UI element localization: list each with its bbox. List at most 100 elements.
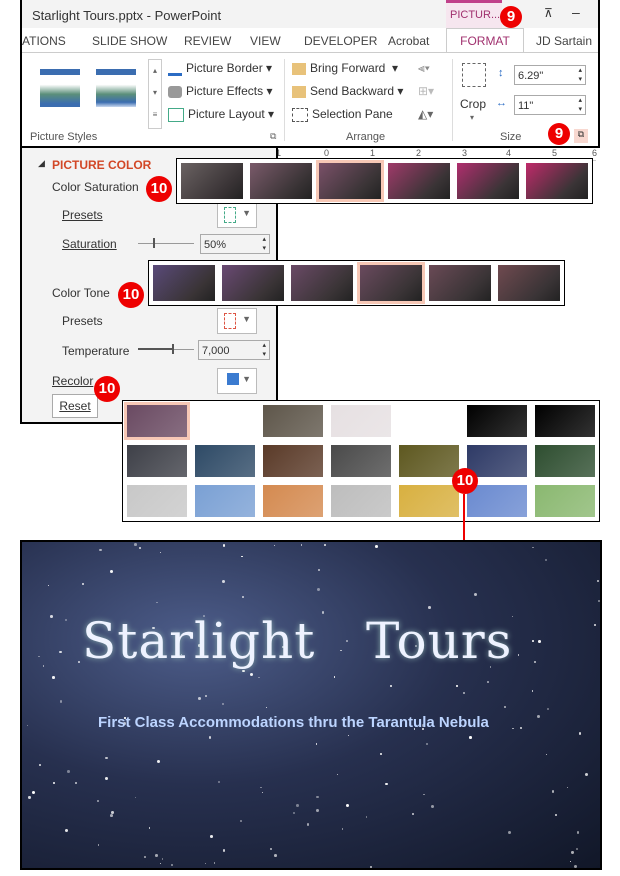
tab-developer[interactable]: DEVELOPER — [304, 34, 377, 48]
recolor-preset-thumbnail[interactable] — [331, 445, 391, 477]
recolor-preset-thumbnail[interactable] — [331, 485, 391, 517]
size-dialog-launcher-icon[interactable]: ⧉ — [574, 129, 588, 143]
ribbon-display-options-icon[interactable]: ⊼ — [544, 6, 553, 20]
tone-presets-dropdown[interactable]: ▼ — [217, 308, 257, 334]
star-decoration — [317, 588, 320, 591]
color-preset-thumbnail[interactable] — [181, 163, 243, 199]
slide-subtitle[interactable]: First Class Accommodations thru the Tara… — [98, 714, 489, 731]
tab-review[interactable]: REVIEW — [184, 34, 231, 48]
recolor-preset-thumbnail[interactable] — [467, 445, 527, 477]
recolor-preset-thumbnail[interactable] — [399, 405, 459, 437]
recolor-preset-thumbnail[interactable] — [331, 405, 391, 437]
picture-tools-contextual-tab[interactable]: PICTUR... — [446, 0, 502, 28]
color-preset-thumbnail[interactable] — [153, 265, 215, 301]
send-backward-button[interactable]: Send Backward ▾ — [292, 84, 403, 98]
color-preset-thumbnail[interactable] — [291, 265, 353, 301]
slider-thumb[interactable] — [153, 238, 155, 248]
temperature-slider[interactable] — [138, 349, 194, 350]
tab-animations[interactable]: ATIONS — [22, 34, 66, 48]
rotate-icon[interactable]: ◭▾ — [418, 107, 433, 121]
star-decoration — [160, 552, 161, 553]
recolor-preset-thumbnail[interactable] — [263, 485, 323, 517]
star-decoration — [105, 757, 108, 760]
star-decoration — [463, 692, 465, 694]
styles-gallery-scroll[interactable]: ▴ ▾ ≡ — [148, 59, 162, 129]
recolor-preset-thumbnail[interactable] — [195, 445, 255, 477]
account-name[interactable]: JD Sartain — [536, 34, 592, 48]
recolor-dropdown[interactable]: ▼ — [217, 368, 257, 394]
star-decoration — [512, 728, 514, 730]
recolor-preset-thumbnail[interactable] — [263, 445, 323, 477]
star-decoration — [571, 851, 573, 853]
star-decoration — [469, 736, 472, 739]
recolor-preset-thumbnail[interactable] — [399, 445, 459, 477]
picture-style-thumb[interactable] — [96, 69, 136, 107]
tab-slide-show[interactable]: SLIDE SHOW — [92, 34, 167, 48]
recolor-preset-thumbnail[interactable] — [127, 445, 187, 477]
picture-style-thumb[interactable] — [40, 69, 80, 107]
saturation-input[interactable]: 50% ▴ ▾ — [200, 234, 270, 254]
recolor-preset-thumbnail[interactable] — [535, 445, 595, 477]
recolor-preset-thumbnail[interactable] — [127, 405, 187, 437]
minimize-button[interactable]: – — [572, 4, 580, 20]
align-icon[interactable]: ⫷▾ — [418, 61, 430, 76]
star-decoration — [258, 677, 260, 679]
recolor-preset-thumbnail[interactable] — [467, 485, 527, 517]
color-preset-thumbnail[interactable] — [360, 265, 422, 301]
section-header-picture-color[interactable]: PICTURE COLOR — [52, 158, 151, 172]
recolor-preset-thumbnail[interactable] — [263, 405, 323, 437]
recolor-preset-thumbnail[interactable] — [195, 485, 255, 517]
crop-icon[interactable] — [462, 63, 486, 87]
color-preset-thumbnail[interactable] — [498, 265, 560, 301]
tab-acrobat[interactable]: Acrobat — [388, 34, 429, 48]
slider-thumb[interactable] — [172, 344, 174, 354]
color-preset-thumbnail[interactable] — [319, 163, 381, 199]
slide-title[interactable]: Starlight Tours — [82, 612, 512, 670]
star-decoration — [38, 656, 39, 657]
color-preset-thumbnail[interactable] — [388, 163, 450, 199]
reset-button[interactable]: Reset — [52, 394, 98, 418]
star-decoration — [78, 661, 80, 663]
recolor-preset-thumbnail[interactable] — [195, 405, 255, 437]
selection-pane-button[interactable]: Selection Pane — [292, 107, 393, 122]
star-decoration — [585, 773, 588, 776]
star-decoration — [205, 863, 206, 864]
star-decoration — [370, 866, 372, 868]
star-decoration — [149, 827, 150, 828]
crop-button[interactable]: Crop — [460, 97, 486, 111]
color-preset-thumbnail[interactable] — [222, 265, 284, 301]
tab-view[interactable]: VIEW — [250, 34, 281, 48]
picture-effects-button[interactable]: Picture Effects ▾ — [168, 84, 273, 98]
temperature-input[interactable]: 7,000 ▴ ▾ — [198, 340, 270, 360]
recolor-preset-thumbnail[interactable] — [467, 405, 527, 437]
star-decoration — [144, 856, 146, 858]
picture-border-button[interactable]: Picture Border ▾ — [168, 61, 272, 76]
tab-format[interactable]: FORMAT — [446, 28, 524, 55]
color-preset-thumbnail[interactable] — [429, 265, 491, 301]
bring-forward-button[interactable]: Bring Forward ▾ — [292, 61, 398, 75]
recolor-preset-thumbnail[interactable] — [535, 405, 595, 437]
recolor-preset-thumbnail[interactable] — [127, 485, 187, 517]
star-decoration — [570, 861, 571, 862]
shape-width-input[interactable]: 11" ▴ ▾ — [514, 95, 586, 115]
callout-10: 10 — [118, 282, 144, 308]
saturation-presets-dropdown[interactable]: ▼ — [217, 202, 257, 228]
group-icon[interactable]: ⊞▾ — [418, 84, 434, 98]
color-preset-thumbnail[interactable] — [250, 163, 312, 199]
color-preset-thumbnail[interactable] — [457, 163, 519, 199]
star-decoration — [50, 615, 53, 618]
star-decoration — [375, 545, 378, 548]
recolor-preset-thumbnail[interactable] — [535, 485, 595, 517]
star-decoration — [218, 781, 220, 783]
slide-canvas[interactable]: Starlight Tours First Class Accommodatio… — [20, 540, 602, 870]
star-decoration — [274, 854, 277, 857]
saturation-slider[interactable] — [138, 243, 194, 244]
recolor-gallery — [122, 400, 600, 522]
recolor-preset-thumbnail[interactable] — [399, 485, 459, 517]
shape-height-input[interactable]: 6.29" ▴ ▾ — [514, 65, 586, 85]
star-decoration — [547, 708, 550, 711]
dialog-launcher-icon[interactable]: ⧉ — [270, 131, 276, 142]
color-preset-thumbnail[interactable] — [526, 163, 588, 199]
picture-layout-button[interactable]: Picture Layout ▾ — [168, 107, 274, 122]
star-decoration — [456, 685, 457, 686]
